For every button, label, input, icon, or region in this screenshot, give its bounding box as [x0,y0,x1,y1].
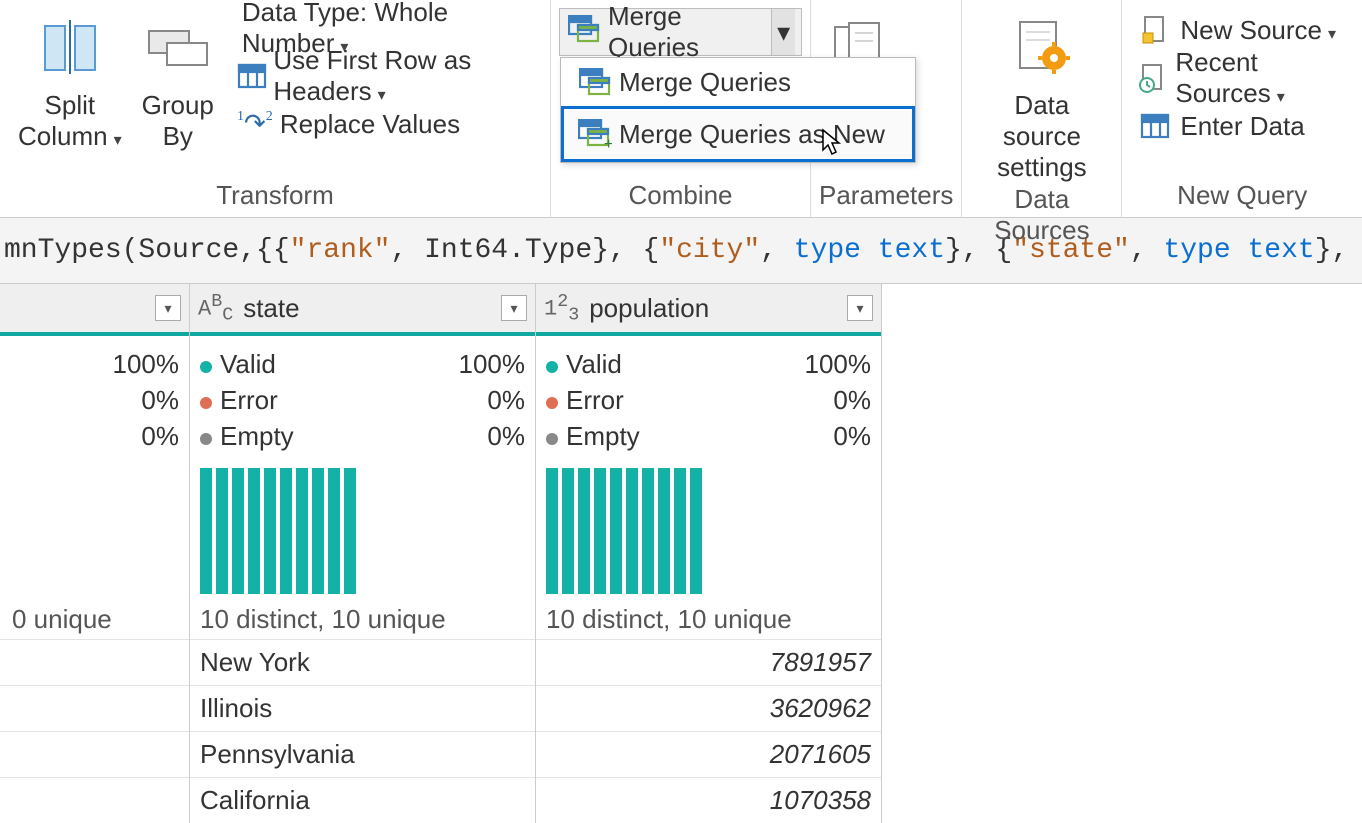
replace-values-label: Replace Values [280,109,460,140]
group-label-data-sources: Data Sources [970,184,1113,252]
column-prev: ▾ x100% x0% x0% 0 unique [0,284,190,823]
merge-queries-dropdown: Merge Queries + Merge Queries as New [560,57,916,163]
enter-data-button[interactable]: Enter Data [1130,102,1354,150]
column-population: 123 population ▾ Valid100% Error0% Empty… [536,284,882,823]
data-source-settings-icon [1012,10,1072,82]
column-quality-prev: x100% x0% x0% [0,336,189,454]
number-type-icon: 123 [544,291,579,326]
split-column-label: Split Column [18,90,122,152]
column-header-prev[interactable]: ▾ [0,284,189,336]
filter-button[interactable]: ▾ [155,295,181,321]
group-label-new-query: New Query [1130,180,1354,217]
table-cell[interactable]: 3620962 [536,685,881,731]
menu-merge-queries[interactable]: Merge Queries [561,58,915,106]
first-row-headers-button[interactable]: Use First Row as Headers [230,52,542,100]
table-cell[interactable] [0,777,189,823]
table-icon [236,63,267,89]
table-cell[interactable] [0,685,189,731]
table-cell[interactable]: 7891957 [536,639,881,685]
table-cell[interactable]: Pennsylvania [190,731,535,777]
column-header-population[interactable]: 123 population ▾ [536,284,881,336]
replace-icon: 1↷2 [236,109,274,139]
svg-text:+: + [604,136,612,149]
merge-queries-label: Merge Queries [608,1,763,63]
group-label-parameters: Parameters [819,180,953,217]
ribbon-group-data-sources: Data source settings Data Sources [961,0,1121,217]
enter-data-label: Enter Data [1180,111,1304,142]
group-label-combine: Combine [559,180,802,217]
menu-merge-queries-as-new-label: Merge Queries as New [619,119,885,150]
group-by-label: Group By [142,90,214,152]
table-cell[interactable]: 1070358 [536,777,881,823]
distribution-chart-population: 10 distinct, 10 unique [536,454,881,639]
distribution-label: 10 distinct, 10 unique [546,604,871,635]
distribution-chart-state: 10 distinct, 10 unique [190,454,535,639]
table-cell[interactable]: Illinois [190,685,535,731]
column-header-label: state [243,293,299,324]
column-state: ABC state ▾ Valid100% Error0% Empty0% 10… [190,284,536,823]
distribution-label: 0 unique [10,604,179,635]
data-source-settings-label: Data source settings [980,90,1103,184]
first-row-headers-label: Use First Row as Headers [273,45,536,107]
merge-new-icon: + [571,119,619,149]
new-source-icon [1136,15,1174,45]
menu-merge-queries-label: Merge Queries [619,67,791,98]
ribbon-group-transform: Split Column Group By Data Type: Whole N… [0,0,550,217]
ribbon-group-combine: Merge Queries ▾ Merge Queries + Mer [550,0,810,217]
data-source-settings-button[interactable]: Data source settings [970,4,1113,184]
split-column-icon [39,10,101,82]
merge-queries-button[interactable]: Merge Queries ▾ Merge Queries + Mer [559,8,802,56]
recent-sources-button[interactable]: Recent Sources [1130,54,1354,102]
formula-bar[interactable]: mnTypes(Source,{{"rank", Int64.Type}, {"… [0,218,1362,284]
table-cell[interactable] [0,639,189,685]
group-label-transform: Transform [8,180,542,217]
split-column-button[interactable]: Split Column [8,4,132,152]
group-by-icon [145,10,211,82]
merge-icon [568,15,600,50]
group-by-button[interactable]: Group By [132,4,224,152]
ribbon: Split Column Group By Data Type: Whole N… [0,0,1362,218]
column-header-state[interactable]: ABC state ▾ [190,284,535,336]
formula-text: mnTypes(Source,{{ [4,235,290,266]
merge-icon [571,68,619,96]
table-cell[interactable] [0,731,189,777]
filter-button[interactable]: ▾ [501,295,527,321]
column-quality-state: Valid100% Error0% Empty0% [190,336,535,454]
merge-queries-caret[interactable]: ▾ [771,9,795,55]
recent-sources-icon [1136,63,1169,93]
menu-merge-queries-as-new[interactable]: + Merge Queries as New [561,106,915,162]
ribbon-group-new-query: New Source Recent Sources Enter Data New… [1121,0,1362,217]
data-grid: ▾ x100% x0% x0% 0 unique ABC state ▾ Val… [0,284,1362,823]
recent-sources-label: Recent Sources [1175,47,1348,109]
table-cell[interactable]: New York [190,639,535,685]
column-quality-population: Valid100% Error0% Empty0% [536,336,881,454]
replace-values-button[interactable]: 1↷2 Replace Values [230,100,542,148]
filter-button[interactable]: ▾ [847,295,873,321]
new-source-label: New Source [1180,15,1336,46]
column-header-label: population [589,293,709,324]
distribution-label: 10 distinct, 10 unique [200,604,525,635]
text-type-icon: ABC [198,291,233,326]
table-cell[interactable]: 2071605 [536,731,881,777]
enter-data-icon [1136,113,1174,139]
table-cell[interactable]: California [190,777,535,823]
